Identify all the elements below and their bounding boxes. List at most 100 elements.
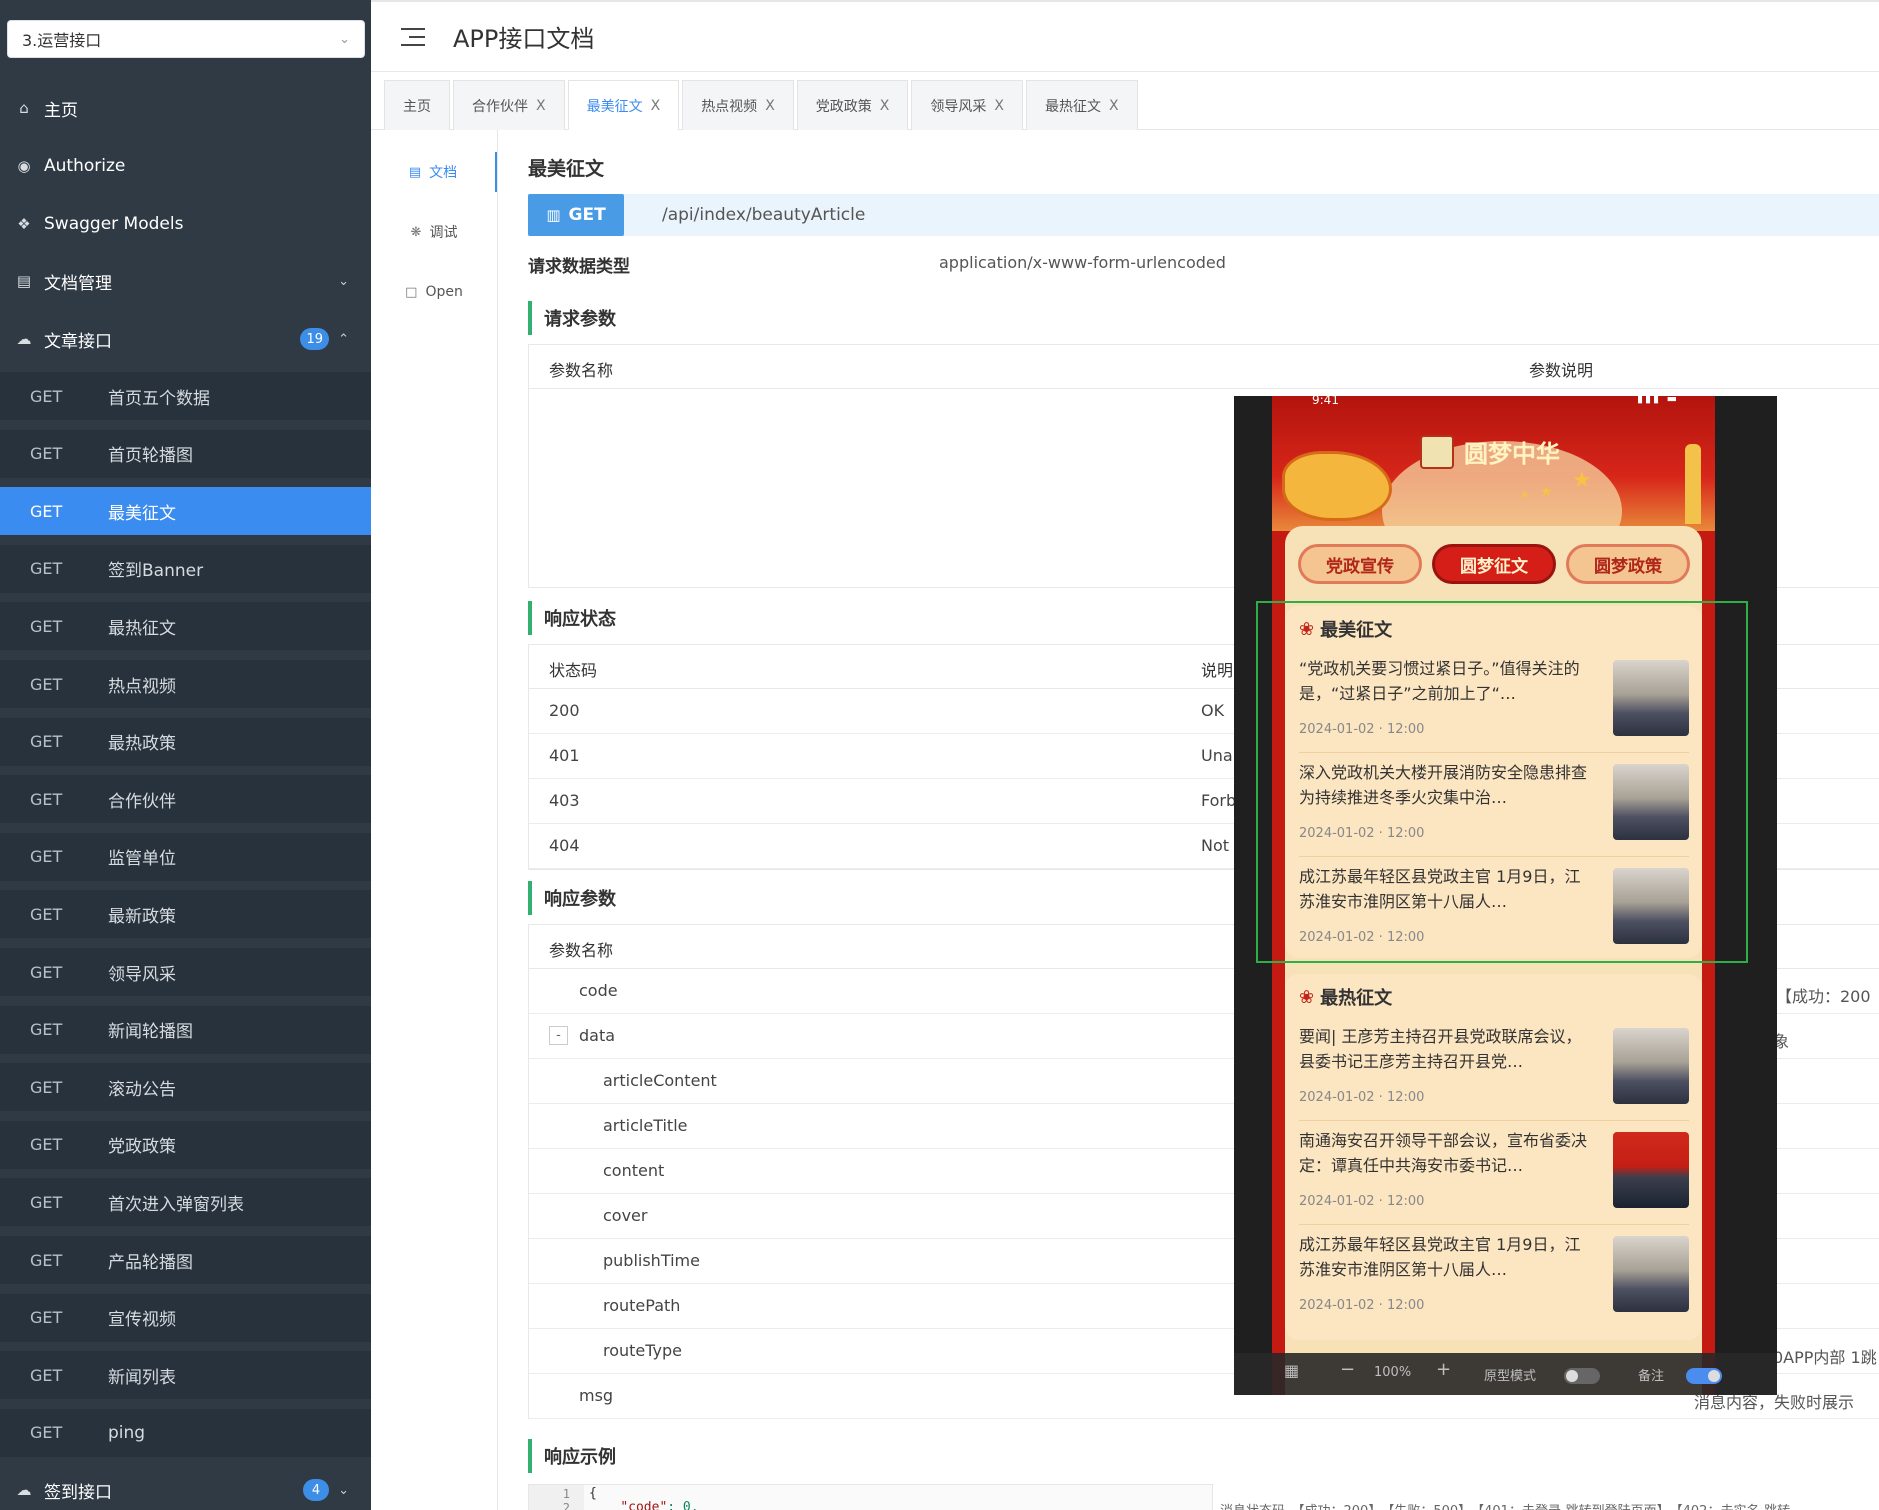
code-value: : 0,	[667, 1500, 699, 1510]
endpoint-item[interactable]: GET 首页五个数据	[0, 372, 371, 420]
category-tab[interactable]: 圆梦政策	[1566, 544, 1690, 584]
endpoint-item[interactable]: GET 新闻轮播图	[0, 1005, 371, 1054]
article-item[interactable]: 成江苏最年轻区县党政主官 1月9日，江苏淮安市淮阴区第十八届人… 2024-01-…	[1299, 1232, 1689, 1332]
cloud-icon: ☁	[16, 330, 32, 348]
endpoint-label: 滚动公告	[108, 1079, 176, 1100]
endpoint-item[interactable]: GET 最新政策	[0, 890, 371, 939]
code-text: { "code": 0,	[589, 1487, 699, 1510]
endpoint-item[interactable]: GET 党政政策	[0, 1120, 371, 1169]
vtab-debug-label: 调试	[429, 225, 458, 241]
endpoint-item[interactable]: GET 合作伙伴	[0, 775, 371, 824]
method-badge[interactable]: ▥ GET	[528, 194, 624, 236]
table-header: 参数名称 参数说明	[529, 345, 1879, 389]
app-logo: 圆梦中华	[1420, 434, 1560, 469]
http-method: GET	[30, 386, 63, 406]
cube-icon: ❖	[17, 215, 31, 233]
endpoint-item[interactable]: GET 热点视频	[0, 660, 371, 708]
col-param-desc: 参数说明	[1529, 361, 1594, 380]
status-desc: Not	[1201, 836, 1230, 855]
endpoint-label: 最新政策	[108, 906, 176, 927]
tab-item[interactable]: 领导风采 X	[911, 80, 1023, 130]
endpoint-item[interactable]: GET 产品轮播图	[0, 1236, 371, 1284]
endpoint-label: 热点视频	[108, 676, 176, 697]
col-status-code: 状态码	[549, 661, 598, 680]
menu-doc-manage[interactable]: ▤ 文档管理 ⌄	[0, 257, 371, 305]
tab-item[interactable]: 合作伙伴 X	[453, 80, 565, 130]
doc-icon: ▤	[408, 164, 422, 180]
endpoint-item[interactable]: GET 最热政策	[0, 717, 371, 766]
endpoint-item[interactable]: GET ping	[0, 1408, 371, 1457]
collapse-toggle[interactable]: -	[549, 1026, 568, 1045]
endpoint-item[interactable]: GET 滚动公告	[0, 1063, 371, 1112]
endpoint-item[interactable]: GET 新闻列表	[0, 1351, 371, 1400]
close-icon[interactable]: X	[765, 98, 775, 114]
close-icon[interactable]: X	[651, 98, 661, 114]
menu-authorize[interactable]: ◉ Authorize	[0, 142, 371, 190]
close-icon[interactable]: X	[994, 98, 1004, 114]
routetype-desc-fragment: 0APP内部 1跳	[1773, 1348, 1877, 1367]
api-group-select[interactable]: 3.运营接口 ⌄	[7, 20, 365, 58]
menu-home[interactable]: ⌂ 主页	[0, 84, 371, 132]
category-tab[interactable]: 党政宣传	[1298, 544, 1422, 584]
prototype-mode-label: 原型模式	[1484, 1369, 1537, 1384]
param-name: routePath	[603, 1296, 681, 1315]
close-icon[interactable]: X	[536, 98, 546, 114]
menu-article-group[interactable]: ☁ 文章接口 19 ⌃	[0, 315, 371, 363]
vtab-open[interactable]: □ Open	[371, 272, 497, 312]
zoom-in-icon[interactable]: +	[1436, 1359, 1451, 1380]
note-toggle[interactable]	[1686, 1368, 1722, 1384]
http-method: GET	[30, 1365, 63, 1385]
doc-manage-icon: ▤	[16, 272, 32, 290]
article-thumbnail	[1613, 1236, 1689, 1312]
tab-label: 主页	[403, 98, 431, 115]
prototype-mode-toggle[interactable]	[1564, 1368, 1600, 1384]
endpoint-item[interactable]: GET 宣传视频	[0, 1293, 371, 1342]
http-method: GET	[30, 1020, 63, 1040]
endpoint-label: 最热政策	[108, 734, 176, 755]
menu-toggle-icon[interactable]	[401, 27, 425, 46]
tab-item[interactable]: 党政政策 X	[796, 80, 909, 130]
endpoint-label: 首页五个数据	[108, 388, 210, 409]
menu-swagger-models[interactable]: ❖ Swagger Models	[0, 200, 371, 248]
note-label: 备注	[1638, 1369, 1665, 1384]
article-item[interactable]: 南通海安召开领导干部会议，宣布省委决定：谭真任中共海安市委书记… 2024-01-…	[1299, 1128, 1689, 1228]
app-name: 圆梦中华	[1464, 440, 1560, 468]
article-title: 南通海安召开领导干部会议，宣布省委决定：谭真任中共海安市委书记…	[1299, 1131, 1588, 1175]
close-icon[interactable]: X	[1109, 98, 1119, 114]
http-method: GET	[30, 1192, 63, 1212]
close-icon[interactable]: X	[880, 98, 890, 114]
endpoint-item[interactable]: GET 最美征文	[0, 487, 371, 536]
category-tab-active[interactable]: 圆梦征文	[1432, 544, 1556, 584]
param-name: msg	[579, 1386, 614, 1405]
endpoint-item[interactable]: GET 监管单位	[0, 832, 371, 881]
article-item[interactable]: 要闻| 王彦芳主持召开县党政联席会议，县委书记王彦芳主持召开县党… 2024-01…	[1299, 1024, 1689, 1124]
menu-signin-group[interactable]: ☁ 签到接口 4 ⌄	[0, 1466, 371, 1510]
endpoint-item[interactable]: GET 首次进入弹窗列表	[0, 1178, 371, 1227]
vtab-debug[interactable]: ❋ 调试	[371, 212, 497, 252]
article-thumbnail	[1613, 1028, 1689, 1104]
http-method: GET	[30, 789, 63, 809]
endpoint-item[interactable]: GET 首页轮播图	[0, 429, 371, 478]
param-name: cover	[603, 1206, 648, 1225]
tab-label: 党政政策	[815, 98, 872, 115]
status-bar: 9:41 ▮▮▮ ▬	[1272, 396, 1715, 408]
request-type-label: 请求数据类型	[528, 257, 630, 277]
vtab-doc[interactable]: ▤ 文档	[371, 152, 497, 192]
zoom-out-icon[interactable]: −	[1340, 1359, 1355, 1380]
star-icon: ★	[1540, 484, 1553, 500]
article-date: 2024-01-02 · 12:00	[1299, 1090, 1425, 1105]
tab-label: 热点视频	[701, 98, 758, 115]
endpoint-item[interactable]: GET 领导风采	[0, 948, 371, 996]
endpoint-item[interactable]: GET 签到Banner	[0, 544, 371, 593]
request-params-title: 请求参数	[528, 301, 616, 335]
status-desc: OK	[1201, 701, 1225, 720]
status-code: 200	[549, 701, 580, 720]
grid-icon[interactable]: ▦	[1284, 1361, 1299, 1380]
endpoint-item[interactable]: GET 最热征文	[0, 602, 371, 651]
tab-item[interactable]: 最热征文 X	[1025, 80, 1138, 130]
tab-item[interactable]: 最美征文 X	[567, 80, 680, 131]
tab-item[interactable]: 主页	[384, 80, 450, 130]
http-method: GET	[30, 962, 63, 982]
param-name: publishTime	[603, 1251, 700, 1270]
tab-item[interactable]: 热点视频 X	[682, 80, 794, 130]
